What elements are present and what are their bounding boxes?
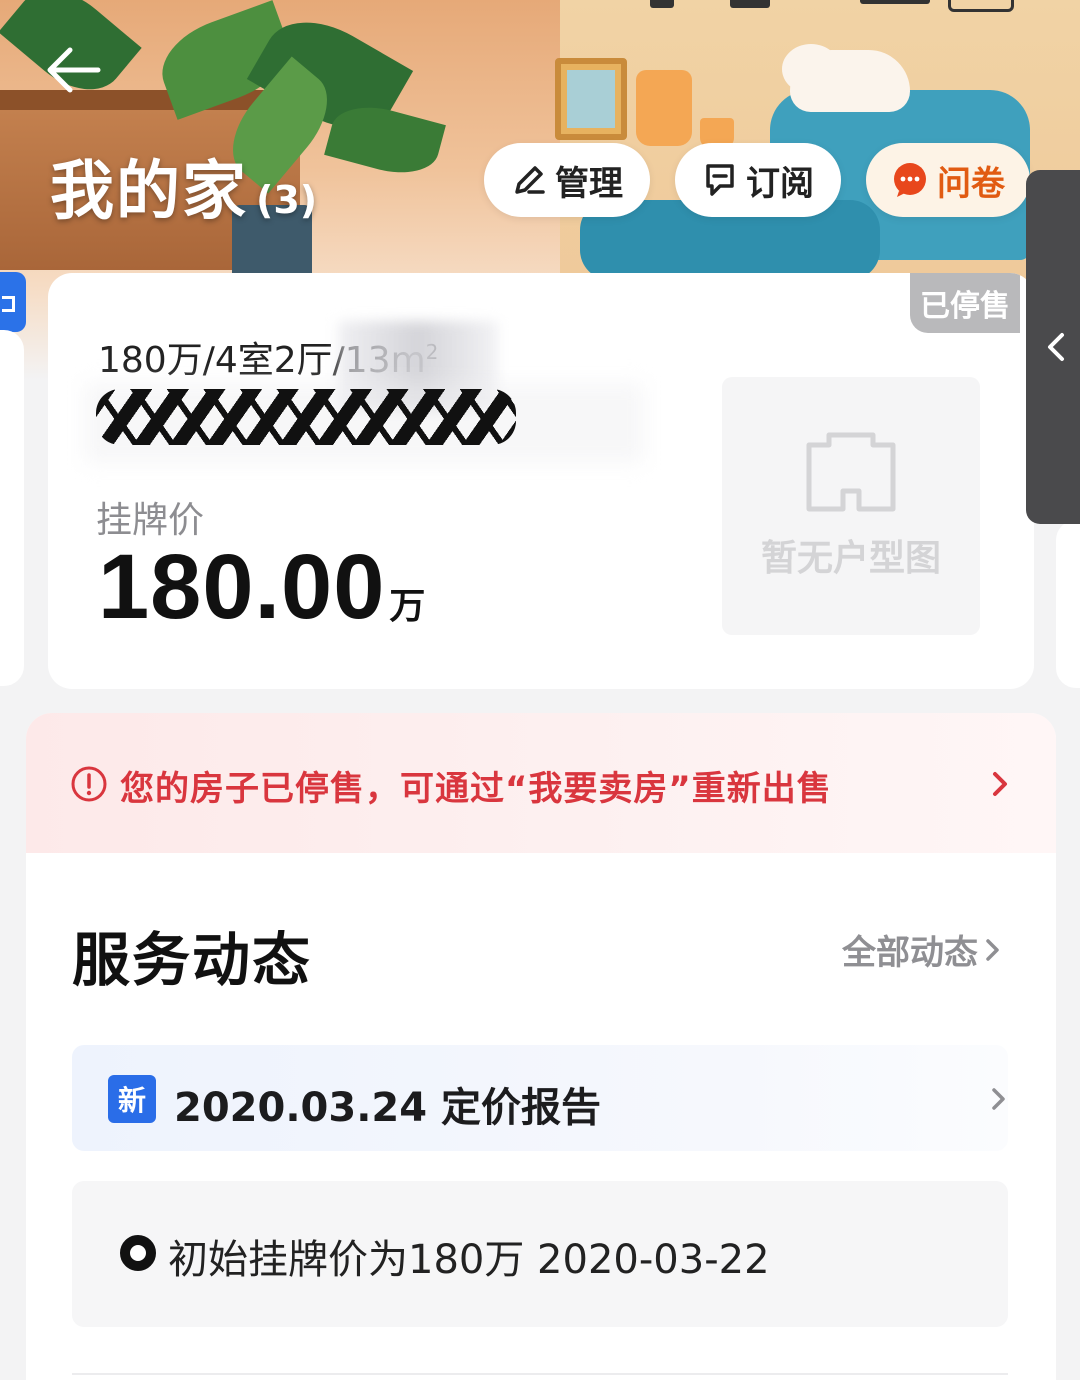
view-all-label: 全部动态 [842, 933, 978, 973]
floorplan-outline-icon [806, 432, 896, 512]
battery-icon [948, 0, 1014, 12]
bookmark-icon [702, 162, 738, 198]
page-title: 我的家 (3) [50, 140, 317, 232]
price-unit: 万 [389, 586, 426, 627]
pencil-icon [511, 162, 547, 198]
house-summary-text: 180万/4室2厅/1 [98, 340, 368, 381]
manage-label: 管理 [555, 163, 623, 204]
back-button[interactable] [40, 42, 104, 98]
exclamation-circle-icon [70, 765, 108, 807]
left-side-tab[interactable] [0, 272, 26, 332]
redaction-scribble [96, 389, 516, 445]
alert-text: 您的房子已停售，可通过“我要卖房”重新出售 [120, 769, 832, 809]
chevron-right-icon [986, 938, 999, 961]
timeline-dot-icon [120, 1235, 156, 1271]
chevron-left-icon [1048, 333, 1064, 361]
chevron-right-icon [990, 769, 1010, 803]
service-card: 您的房子已停售，可通过“我要卖房”重新出售 服务动态 全部动态 新 2020.0… [26, 713, 1056, 1380]
subscribe-label: 订阅 [746, 163, 814, 204]
pricing-report-text: 2020.03.24 定价报告 [174, 1085, 601, 1131]
price-value: 180.00 [98, 536, 386, 638]
page-title-text: 我的家 [50, 155, 248, 229]
previous-card-peek[interactable] [0, 330, 24, 686]
view-all-link[interactable]: 全部动态 [842, 925, 1002, 974]
timeline-event-text: 初始挂牌价为180万 2020-03-22 [168, 1237, 770, 1283]
side-panel-toggle[interactable] [1026, 170, 1080, 524]
stopped-sale-alert[interactable]: 您的房子已停售，可通过“我要卖房”重新出售 [26, 713, 1056, 853]
survey-button[interactable]: 问卷 [866, 143, 1030, 217]
arrow-left-icon [47, 47, 101, 93]
divider [72, 1373, 1008, 1375]
service-title: 服务动态 [72, 926, 313, 994]
timeline-event: 初始挂牌价为180万 2020-03-22 [72, 1181, 1008, 1327]
floorplan-placeholder: 暂无户型图 [722, 377, 980, 635]
chevron-right-icon [990, 1085, 1008, 1117]
floorplan-placeholder-text: 暂无户型图 [760, 538, 941, 579]
manage-button[interactable]: 管理 [484, 143, 650, 217]
new-badge: 新 [108, 1075, 156, 1123]
subscribe-button[interactable]: 订阅 [675, 143, 841, 217]
status-bar [0, 0, 1080, 14]
next-card-peek[interactable] [1056, 520, 1080, 688]
listing-price: 180.00 万 [98, 535, 425, 640]
chat-bubble-icon [891, 161, 929, 199]
status-badge: 已停售 [910, 273, 1020, 333]
house-card[interactable]: 已停售 180万/4室2厅/13m2 挂牌价 180.00 万 暂无户型图 [48, 273, 1034, 689]
survey-label: 问卷 [937, 163, 1005, 204]
house-count: (3) [256, 178, 318, 222]
pricing-report-row[interactable]: 新 2020.03.24 定价报告 [72, 1045, 1008, 1151]
